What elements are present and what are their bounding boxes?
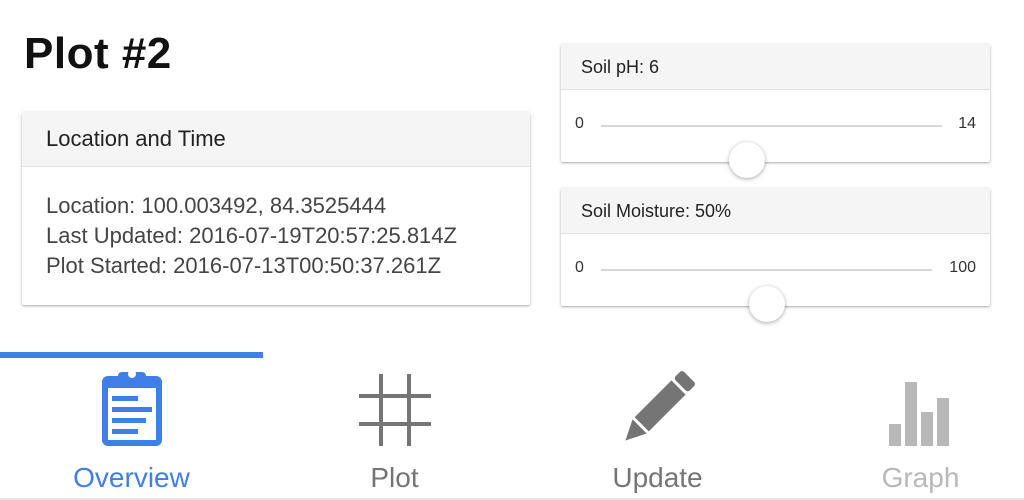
soil-ph-card: Soil pH: 6 0 14 xyxy=(561,44,990,178)
plot-started-text: Plot Started: 2016-07-13T00:50:37.261Z xyxy=(46,253,442,278)
soil-ph-max-label: 14 xyxy=(958,115,976,132)
soil-moisture-card: Soil Moisture: 50% 0 100 xyxy=(561,188,990,322)
location-text: Location: 100.003492, 84.3525444 xyxy=(46,193,387,218)
soil-moisture-slider-thumb[interactable] xyxy=(748,286,785,322)
last-updated-text: Last Updated: 2016-07-19T20:57:25.814Z xyxy=(46,223,457,248)
bar-chart-icon xyxy=(888,382,949,446)
soil-ph-slider-track[interactable] xyxy=(601,125,942,178)
location-time-body: Location: 100.003492, 84.3525444 Last Up… xyxy=(22,167,530,281)
tab-overview-label: Overview xyxy=(73,462,190,493)
soil-ph-header: Soil pH: 6 xyxy=(561,44,990,90)
tab-overview[interactable]: Overview xyxy=(0,358,263,500)
location-time-card: Location and Time Location: 100.003492, … xyxy=(22,112,530,305)
soil-ph-min-label: 0 xyxy=(575,115,584,132)
soil-moisture-slider[interactable]: 0 100 xyxy=(561,234,990,322)
soil-moisture-header: Soil Moisture: 50% xyxy=(561,188,990,234)
soil-ph-slider-thumb[interactable] xyxy=(729,142,766,178)
page: Plot #2 Location and Time Location: 100.… xyxy=(0,0,1024,500)
soil-moisture-min-label: 0 xyxy=(575,259,584,276)
tab-update-label: Update xyxy=(612,462,703,493)
soil-ph-slider[interactable]: 0 14 xyxy=(561,90,990,178)
clipboard-icon xyxy=(101,370,162,446)
tab-plot-label: Plot xyxy=(370,462,419,493)
tab-graph[interactable]: Graph xyxy=(789,358,1024,500)
grid-icon xyxy=(358,374,431,446)
soil-moisture-slider-track[interactable] xyxy=(601,269,932,322)
page-title: Plot #2 xyxy=(24,29,172,78)
pencil-icon xyxy=(624,371,695,441)
tab-update[interactable]: Update xyxy=(526,358,789,500)
tab-graph-label: Graph xyxy=(881,462,960,493)
location-time-header: Location and Time xyxy=(22,112,530,167)
bottom-tab-bar: Overview Plot Update Graph xyxy=(0,352,1024,500)
tab-plot[interactable]: Plot xyxy=(263,358,526,500)
soil-moisture-max-label: 100 xyxy=(949,259,976,276)
